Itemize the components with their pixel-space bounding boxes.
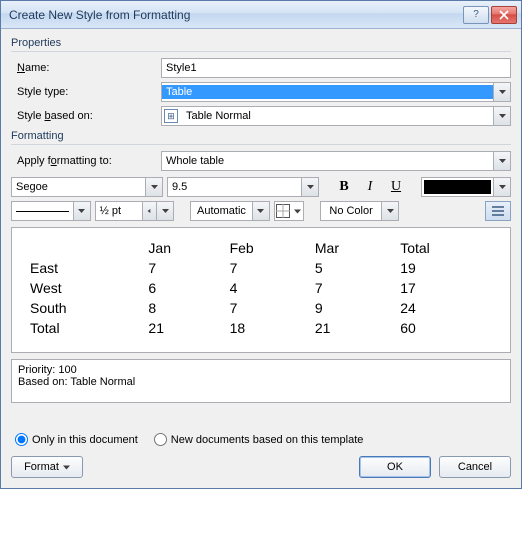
border-picker[interactable] — [274, 201, 304, 221]
font-size-value: 9.5 — [168, 180, 301, 194]
font-name-value: Segoe — [12, 180, 145, 194]
basedon-text: Based on: Table Normal — [18, 376, 504, 388]
properties-group-label: Properties — [11, 37, 511, 49]
scope-radios: Only in this document New documents base… — [15, 433, 511, 446]
close-button[interactable] — [491, 6, 517, 24]
style-info-box: Priority: 100 Based on: Table Normal — [11, 359, 511, 403]
chevron-down-icon[interactable] — [493, 83, 510, 101]
name-input[interactable] — [161, 58, 511, 78]
line-weight-combo[interactable]: ½ pt — [95, 201, 175, 221]
chevron-down-icon — [294, 205, 301, 217]
line-color-value: Automatic — [191, 204, 252, 218]
bold-button[interactable]: B — [333, 177, 355, 197]
style-type-label: Style type: — [11, 86, 161, 98]
dialog-window: Create New Style from Formatting ? Prope… — [0, 0, 522, 489]
radio-new-docs[interactable]: New documents based on this template — [154, 433, 364, 446]
chevron-down-icon[interactable] — [381, 202, 398, 220]
chevron-down-icon[interactable] — [145, 178, 162, 196]
format-button[interactable]: Format — [11, 456, 83, 478]
priority-text: Priority: 100 — [18, 364, 504, 376]
style-type-value: Table — [162, 85, 493, 99]
radio-input[interactable] — [15, 433, 28, 446]
table-icon: ⊞ — [164, 109, 178, 123]
table-header — [26, 238, 144, 258]
color-swatch-black — [424, 180, 491, 194]
radio-label: Only in this document — [32, 434, 138, 446]
chevron-down-icon[interactable] — [73, 202, 90, 220]
table-header: Total — [396, 238, 496, 258]
line-weight-handle[interactable] — [142, 202, 156, 220]
more-options-button[interactable] — [485, 201, 511, 221]
chevron-down-icon — [63, 461, 70, 473]
font-name-combo[interactable]: Segoe — [11, 177, 163, 197]
chevron-down-icon[interactable] — [493, 107, 510, 125]
ok-button[interactable]: OK — [359, 456, 431, 478]
table-header-row: Jan Feb Mar Total — [26, 238, 496, 258]
dialog-title: Create New Style from Formatting — [5, 8, 463, 22]
chevron-down-icon[interactable] — [301, 178, 318, 196]
apply-to-label: Apply formatting to: — [11, 155, 161, 167]
line-color-combo[interactable]: Automatic — [190, 201, 270, 221]
font-toolbar: Segoe 9.5 B I U — [11, 177, 511, 197]
chevron-down-icon[interactable] — [252, 202, 269, 220]
divider — [11, 144, 511, 145]
lines-icon — [491, 205, 505, 217]
style-type-combo[interactable]: Table — [161, 82, 511, 102]
table-row: South87924 — [26, 298, 496, 318]
font-color-picker[interactable] — [421, 177, 511, 197]
border-toolbar: ½ pt Automatic No Color — [11, 201, 511, 221]
based-on-label: Style based on: — [11, 110, 161, 122]
based-on-value: Table Normal — [182, 109, 493, 123]
radio-only-this-doc[interactable]: Only in this document — [15, 433, 138, 446]
divider — [11, 51, 511, 52]
based-on-combo[interactable]: ⊞ Table Normal — [161, 106, 511, 126]
fill-color-value: No Color — [321, 204, 382, 218]
line-style-combo[interactable] — [11, 201, 91, 221]
table-header: Feb — [226, 238, 311, 258]
font-size-combo[interactable]: 9.5 — [167, 177, 319, 197]
apply-to-combo[interactable]: Whole table — [161, 151, 511, 171]
apply-to-value: Whole table — [162, 154, 493, 168]
border-grid-icon — [276, 204, 290, 218]
chevron-down-icon[interactable] — [156, 202, 173, 220]
table-row: East77519 — [26, 258, 496, 278]
dialog-footer: Format OK Cancel — [11, 456, 511, 478]
preview-table: Jan Feb Mar Total East77519 West64717 So… — [26, 238, 496, 338]
chevron-down-icon[interactable] — [493, 152, 510, 170]
fill-color-combo[interactable]: No Color — [320, 201, 400, 221]
table-header: Mar — [311, 238, 396, 258]
help-button[interactable]: ? — [463, 6, 489, 24]
table-header: Jan — [144, 238, 225, 258]
titlebar[interactable]: Create New Style from Formatting ? — [1, 1, 521, 29]
cancel-button[interactable]: Cancel — [439, 456, 511, 478]
chevron-down-icon[interactable] — [493, 178, 510, 196]
underline-button[interactable]: U — [385, 177, 407, 197]
table-row: Total21182160 — [26, 318, 496, 338]
name-label: Name: — [11, 62, 161, 74]
radio-label: New documents based on this template — [171, 434, 364, 446]
formatting-group-label: Formatting — [11, 130, 511, 142]
radio-input[interactable] — [154, 433, 167, 446]
italic-button[interactable]: I — [359, 177, 381, 197]
table-row: West64717 — [26, 278, 496, 298]
preview-box: Jan Feb Mar Total East77519 West64717 So… — [11, 227, 511, 353]
line-weight-value: ½ pt — [96, 204, 143, 218]
line-preview — [16, 211, 69, 212]
